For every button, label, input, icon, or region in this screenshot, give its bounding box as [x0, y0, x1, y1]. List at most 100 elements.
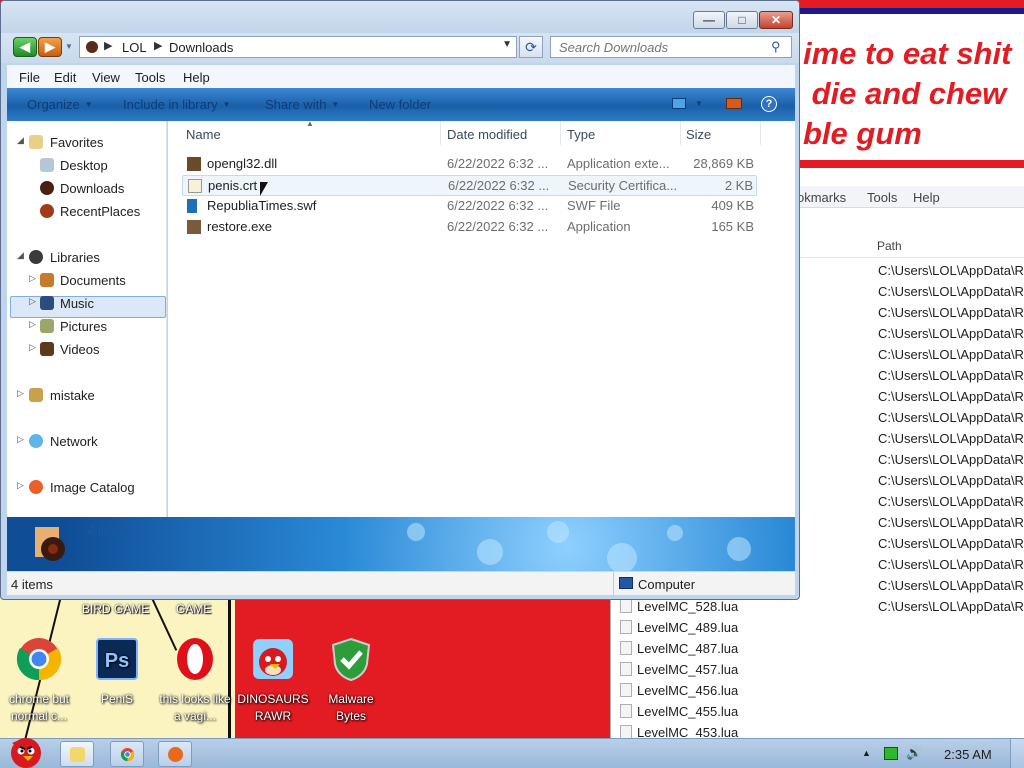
desktop-icon-label: Malware Bytes: [328, 692, 374, 723]
breadcrumb-arrow-icon[interactable]: ▶: [104, 39, 112, 52]
collapse-arrow-icon[interactable]: ▷: [17, 434, 24, 445]
collapse-arrow-icon[interactable]: ▷: [29, 342, 36, 353]
column-divider[interactable]: [560, 121, 561, 145]
menu-tools[interactable]: Tools: [135, 70, 165, 85]
taskbar-search-tool-button[interactable]: [158, 741, 192, 767]
search-icon[interactable]: ⚲: [771, 39, 781, 55]
lua-file-row[interactable]: LevelMC_528.lua: [620, 599, 738, 614]
column-header-name[interactable]: Name: [186, 127, 221, 142]
column-divider[interactable]: [680, 121, 681, 145]
minimize-button[interactable]: —: [693, 11, 725, 29]
status-divider: [613, 572, 614, 596]
desktop-icon-angry-birds[interactable]: DINOSAURS RAWR: [234, 636, 312, 725]
column-header-date[interactable]: Date modified: [447, 127, 527, 142]
include-in-library-button[interactable]: Include in library ▼: [123, 97, 231, 112]
taskbar-chrome-button[interactable]: [110, 741, 144, 767]
star-icon: [29, 135, 43, 149]
close-button[interactable]: ✕: [759, 11, 793, 29]
network-status-icon[interactable]: [884, 747, 898, 760]
nav-desktop[interactable]: Desktop: [7, 154, 167, 176]
nav-downloads[interactable]: Downloads: [7, 177, 167, 199]
preview-pane-icon[interactable]: [726, 98, 742, 109]
nav-pictures[interactable]: ▷ Pictures: [7, 315, 167, 337]
breadcrumb-downloads[interactable]: Downloads: [169, 40, 233, 55]
desktop-icon-malwarebytes[interactable]: Malware Bytes: [312, 636, 390, 725]
wallpaper-label-bird-game: BIRD GAME: [82, 602, 150, 616]
refresh-icon: ⟳: [525, 39, 537, 55]
lua-file-row[interactable]: LevelMC_456.lua: [620, 683, 738, 698]
nav-libraries[interactable]: ◢ Libraries: [7, 246, 167, 268]
clock[interactable]: 2:35 AM: [944, 747, 992, 762]
column-header-size[interactable]: Size: [686, 127, 711, 142]
collapse-arrow-icon[interactable]: ▷: [29, 273, 36, 284]
title-bar[interactable]: — □ ✕: [1, 1, 799, 33]
expand-arrow-icon[interactable]: ◢: [17, 135, 24, 146]
file-row[interactable]: penis.crt 6/22/2022 6:32 ... Security Ce…: [182, 175, 757, 196]
start-button-angry-bird-icon[interactable]: [2, 731, 48, 768]
nav-mistake[interactable]: ▷ mistake: [7, 384, 167, 406]
desktop-icon-chrome[interactable]: chrome but normal c...: [0, 636, 78, 725]
search-input[interactable]: [550, 36, 792, 58]
maximize-button[interactable]: □: [726, 11, 758, 29]
change-view-icon[interactable]: [672, 98, 686, 109]
lua-file-row[interactable]: LevelMC_455.lua: [620, 704, 738, 719]
file-row[interactable]: restore.exe 6/22/2022 6:32 ... Applicati…: [182, 217, 757, 238]
show-desktop-button[interactable]: [1010, 739, 1024, 768]
nav-network[interactable]: ▷ Network: [7, 430, 167, 452]
file-row[interactable]: opengl32.dll 6/22/2022 6:32 ... Applicat…: [182, 154, 757, 175]
volume-icon[interactable]: 🔊: [906, 745, 922, 761]
lua-file-row[interactable]: LevelMC_457.lua: [620, 662, 738, 677]
bg-menu-bookmarks[interactable]: okmarks: [797, 190, 846, 205]
show-hidden-icons-icon[interactable]: ▲: [862, 748, 871, 758]
breadcrumb-lol[interactable]: LOL: [122, 40, 147, 55]
column-divider[interactable]: [440, 121, 441, 145]
address-dropdown-icon[interactable]: ▼: [502, 39, 512, 50]
new-folder-button[interactable]: New folder: [369, 97, 431, 112]
desktop-icon-opera[interactable]: this looks like a vagi...: [156, 636, 234, 725]
bg-menu-help[interactable]: Help: [913, 190, 940, 205]
file-icon: [620, 620, 632, 634]
collapse-arrow-icon[interactable]: ▷: [29, 296, 36, 307]
collapse-arrow-icon[interactable]: ▷: [17, 388, 24, 399]
nav-videos[interactable]: ▷ Videos: [7, 338, 167, 360]
back-button[interactable]: ◀: [13, 37, 37, 57]
path-cell: C:\Users\LOL\AppData\R: [878, 326, 1024, 341]
nav-image-catalog[interactable]: ▷ Image Catalog: [7, 476, 167, 498]
path-cell: C:\Users\LOL\AppData\R: [878, 494, 1024, 509]
menu-file[interactable]: File: [19, 70, 40, 85]
nav-documents[interactable]: ▷ Documents: [7, 269, 167, 291]
menu-view[interactable]: View: [92, 70, 120, 85]
nav-music[interactable]: ▷ Music: [7, 292, 167, 314]
menu-edit[interactable]: Edit: [54, 70, 76, 85]
address-bar[interactable]: ▶ LOL ▶ Downloads ▼: [79, 36, 517, 58]
view-options-dropdown-icon[interactable]: ▼: [695, 99, 703, 108]
collapse-arrow-icon[interactable]: ▷: [17, 480, 24, 491]
nav-recent-places[interactable]: RecentPlaces: [7, 200, 167, 222]
column-header-type[interactable]: Type: [567, 127, 595, 142]
path-column-header[interactable]: Path: [799, 234, 1024, 258]
help-button[interactable]: ?: [761, 96, 777, 112]
column-divider[interactable]: [760, 121, 761, 145]
menu-help[interactable]: Help: [183, 70, 210, 85]
lua-file-row[interactable]: LevelMC_489.lua: [620, 620, 738, 635]
desktop-icon-photoshop[interactable]: Ps PeniS: [78, 636, 156, 708]
recent-pages-dropdown-icon[interactable]: ▼: [65, 42, 73, 51]
taskbar-explorer-button[interactable]: [60, 741, 94, 767]
music-icon: [40, 296, 54, 310]
videos-icon: [40, 342, 54, 356]
collapse-arrow-icon[interactable]: ▷: [29, 319, 36, 330]
expand-arrow-icon[interactable]: ◢: [17, 250, 24, 261]
forward-button[interactable]: ▶: [38, 37, 62, 57]
nav-label: Image Catalog: [50, 480, 135, 495]
explorer-window[interactable]: — □ ✕ ◀ ▶ ▼ ▶ LOL ▶ Downloads ▼ ⟳ ⚲ File…: [0, 0, 800, 600]
refresh-button[interactable]: ⟳: [519, 36, 543, 58]
breadcrumb-arrow-icon[interactable]: ▶: [154, 39, 162, 52]
share-with-button[interactable]: Share with ▼: [265, 97, 339, 112]
organize-button[interactable]: Organize ▼: [27, 97, 93, 112]
bg-menu-tools[interactable]: Tools: [867, 190, 897, 205]
file-row[interactable]: RepubliaTimes.swf 6/22/2022 6:32 ... SWF…: [182, 196, 757, 217]
lua-file-row[interactable]: LevelMC_453.lua: [620, 725, 738, 738]
nav-favorites[interactable]: ◢ Favorites: [7, 131, 167, 153]
lua-file-row[interactable]: LevelMC_487.lua: [620, 641, 738, 656]
include-in-library-label: Include in library: [123, 97, 218, 112]
